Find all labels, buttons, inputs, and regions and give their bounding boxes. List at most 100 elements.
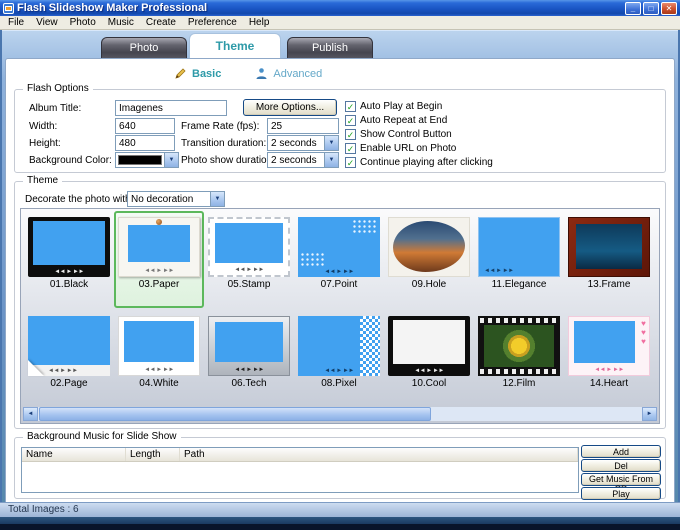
film-sprocket-holes — [480, 318, 558, 323]
checkbox-enable-url[interactable]: ✓ Enable URL on Photo — [345, 142, 456, 154]
add-button[interactable]: Add — [581, 445, 661, 458]
app-icon[interactable] — [3, 2, 14, 14]
column-path[interactable]: Path — [180, 448, 578, 461]
thumb-06-tech[interactable]: ◄◄ ► ►► 06.Tech — [204, 310, 294, 407]
thumb-14-heart[interactable]: ♥♥♥ ◄◄ ► ►► 14.Heart — [564, 310, 654, 407]
checkbox-show-control[interactable]: ✓ Show Control Button — [345, 128, 452, 140]
chevron-down-icon: ▼ — [324, 153, 338, 167]
minimize-button[interactable]: _ — [625, 1, 641, 15]
tab-advanced[interactable]: Advanced — [255, 67, 322, 80]
menu-music[interactable]: Music — [102, 16, 140, 29]
tab-theme[interactable]: Theme — [189, 33, 281, 58]
flash-options-group: Flash Options Album Title: More Options.… — [14, 83, 666, 173]
menu-help[interactable]: Help — [243, 16, 276, 29]
checkbox-label: Auto Repeat at End — [360, 114, 448, 126]
thumb-02-page[interactable]: ◄◄ ► ►► 02.Page — [24, 310, 114, 407]
thumb-preview: ◄◄ ► ►► — [118, 217, 200, 277]
thumb-screen — [215, 223, 283, 263]
scroll-left-icon[interactable]: ◄ — [23, 407, 38, 421]
menu-create[interactable]: Create — [140, 16, 182, 29]
thumb-preview — [568, 217, 650, 277]
maximize-button[interactable]: □ — [643, 1, 659, 15]
playback-controls-icon: ◄◄ ► ►► — [324, 368, 354, 374]
thumb-preview — [478, 316, 560, 376]
checkbox-label: Enable URL on Photo — [360, 142, 457, 154]
thumbnail-row-2: ◄◄ ► ►► 02.Page ◄◄ ► ►► 04.White ◄◄ ► ►►… — [24, 310, 654, 407]
thumb-07-point[interactable]: ◄◄ ► ►► 07.Point — [294, 211, 384, 308]
sunset-photo — [393, 221, 465, 272]
height-input[interactable] — [115, 135, 175, 151]
menu-file[interactable]: File — [2, 16, 30, 29]
thumb-08-pixel[interactable]: ◄◄ ► ►► 08.Pixel — [294, 310, 384, 407]
tab-basic-label: Basic — [192, 67, 222, 80]
checkbox-continue-playing[interactable]: ✓ Continue playing after clicking — [345, 156, 493, 168]
width-input[interactable] — [115, 118, 175, 134]
thumb-03-paper-selected[interactable]: ◄◄ ► ►► 03.Paper — [114, 211, 204, 308]
album-title-input[interactable] — [115, 100, 227, 116]
theme-thumbnail-area: ◄◄ ► ►► 01.Black ◄◄ ► ►► 03.Paper ◄◄ ► ►… — [20, 208, 660, 424]
playback-controls-icon: ◄◄ ► ►► — [144, 367, 174, 373]
hearts-icon: ♥♥♥ — [641, 319, 646, 346]
tab-publish[interactable]: Publish — [287, 37, 373, 58]
thumb-preview: ◄◄ ► ►► — [28, 316, 110, 376]
column-name[interactable]: Name — [22, 448, 126, 461]
playback-controls-icon: ◄◄ ► ►► — [54, 269, 84, 275]
thumb-13-frame[interactable]: 13.Frame — [564, 211, 654, 308]
thumb-01-black[interactable]: ◄◄ ► ►► 01.Black — [24, 211, 114, 308]
playback-controls-icon: ◄◄ ► ►► — [324, 269, 354, 275]
width-label: Width: — [29, 121, 58, 132]
play-button[interactable]: Play — [581, 487, 661, 500]
menu-preference[interactable]: Preference — [182, 16, 243, 29]
thumb-04-white[interactable]: ◄◄ ► ►► 04.White — [114, 310, 204, 407]
get-music-from-cd-button[interactable]: Get Music From CD — [581, 473, 661, 494]
title-bar: Flash Slideshow Maker Professional _ □ ✕ — [0, 0, 680, 16]
transition-duration-value: 2 seconds — [271, 138, 317, 149]
height-label: Height: — [29, 138, 61, 149]
pencil-icon — [174, 67, 187, 80]
playback-controls-icon: ◄◄ ► ►► — [234, 267, 264, 273]
photo-show-duration-select[interactable]: 2 seconds ▼ — [267, 152, 339, 168]
tab-basic[interactable]: Basic — [174, 67, 221, 80]
thumb-12-film[interactable]: 12.Film — [474, 310, 564, 407]
menu-photo[interactable]: Photo — [64, 16, 102, 29]
thumb-11-elegance[interactable]: ◄◄ ► ►► 11.Elegance — [474, 211, 564, 308]
close-button[interactable]: ✕ — [661, 1, 677, 15]
thumb-10-cool[interactable]: ◄◄ ► ►► 10.Cool — [384, 310, 474, 407]
del-button[interactable]: Del — [581, 459, 661, 472]
thumb-label: 11.Elegance — [491, 279, 547, 290]
thumb-screen — [574, 321, 635, 363]
thumb-09-hole[interactable]: 09.Hole — [384, 211, 474, 308]
column-length[interactable]: Length — [126, 448, 180, 461]
horizontal-scrollbar[interactable]: ◄ ► — [23, 407, 657, 421]
scrollbar-thumb[interactable] — [39, 407, 431, 421]
menu-view[interactable]: View — [30, 16, 64, 29]
thumb-preview: ◄◄ ► ►► — [298, 217, 380, 277]
status-bar: Total Images : 6 — [0, 502, 680, 517]
playback-controls-icon: ◄◄ ► ►► — [144, 268, 174, 274]
frame-rate-input[interactable] — [267, 118, 339, 134]
sub-tabs: Basic Advanced — [174, 67, 322, 80]
checkbox-auto-repeat[interactable]: ✓ Auto Repeat at End — [345, 114, 447, 126]
thumbnail-row-1: ◄◄ ► ►► 01.Black ◄◄ ► ►► 03.Paper ◄◄ ► ►… — [24, 211, 654, 308]
color-swatch — [118, 155, 162, 165]
thumb-preview: ◄◄ ► ►► — [28, 217, 110, 277]
scroll-right-icon[interactable]: ► — [642, 407, 657, 421]
background-color-select[interactable]: ▼ — [115, 152, 179, 168]
thumb-label: 03.Paper — [138, 279, 180, 290]
thumb-label: 04.White — [139, 378, 179, 389]
thumb-label: 01.Black — [49, 279, 89, 290]
tab-photo[interactable]: Photo — [101, 37, 187, 58]
tab-advanced-label: Advanced — [273, 67, 323, 80]
checkbox-auto-play[interactable]: ✓ Auto Play at Begin — [345, 100, 442, 112]
transition-duration-select[interactable]: 2 seconds ▼ — [267, 135, 339, 151]
thumb-screen — [33, 221, 105, 265]
frame-rate-label: Frame Rate (fps): — [181, 121, 260, 132]
more-options-button[interactable]: More Options... — [243, 99, 337, 116]
decorate-select[interactable]: No decoration ▼ — [127, 191, 225, 207]
thumb-preview: ◄◄ ► ►► — [388, 316, 470, 376]
thumb-label: 08.Pixel — [321, 378, 357, 389]
chevron-down-icon: ▼ — [324, 136, 338, 150]
thumb-screen — [215, 322, 283, 362]
thumb-05-stamp[interactable]: ◄◄ ► ►► 05.Stamp — [204, 211, 294, 308]
pixel-dissolve-decoration — [360, 316, 380, 376]
